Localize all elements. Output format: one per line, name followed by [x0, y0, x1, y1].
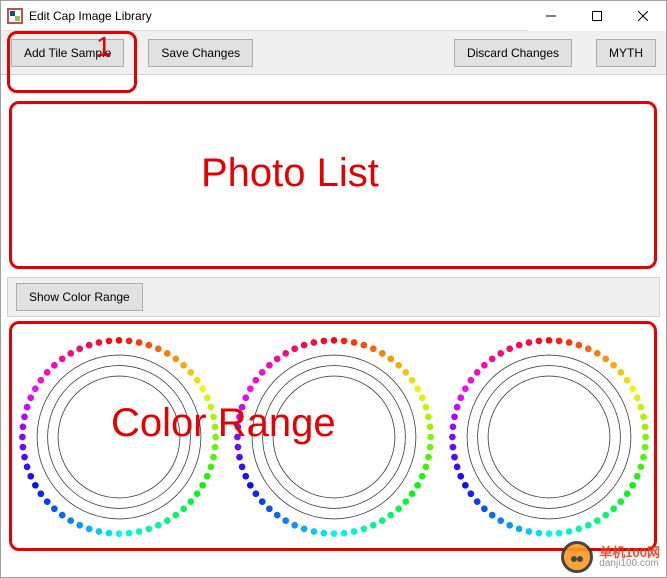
photo-list-panel: [7, 79, 660, 271]
window-title: Edit Cap Image Library: [29, 9, 528, 23]
window-controls: [528, 1, 666, 30]
maximize-icon: [592, 11, 602, 21]
app-window: Edit Cap Image Library Add Tile Sample S…: [0, 0, 667, 578]
app-icon: [7, 8, 23, 24]
color-range-toolbar: Show Color Range: [7, 277, 660, 317]
show-color-range-button[interactable]: Show Color Range: [16, 283, 143, 311]
color-range-canvas: [7, 317, 660, 557]
minimize-button[interactable]: [528, 1, 574, 31]
close-button[interactable]: [620, 1, 666, 31]
color-ring-1: [14, 332, 224, 542]
minimize-icon: [546, 11, 556, 21]
myth-button[interactable]: MYTH: [596, 39, 656, 67]
save-changes-button[interactable]: Save Changes: [148, 39, 253, 67]
color-range-panel: Show Color Range: [7, 277, 660, 557]
watermark-line2: danji100.com: [599, 559, 660, 569]
titlebar: Edit Cap Image Library: [1, 1, 666, 31]
close-icon: [638, 11, 648, 21]
add-tile-sample-button[interactable]: Add Tile Sample: [11, 39, 124, 67]
discard-changes-button[interactable]: Discard Changes: [454, 39, 572, 67]
maximize-button[interactable]: [574, 1, 620, 31]
color-ring-2: [229, 332, 439, 542]
color-ring-3: [444, 332, 654, 542]
main-toolbar: Add Tile Sample Save Changes Discard Cha…: [1, 31, 666, 75]
